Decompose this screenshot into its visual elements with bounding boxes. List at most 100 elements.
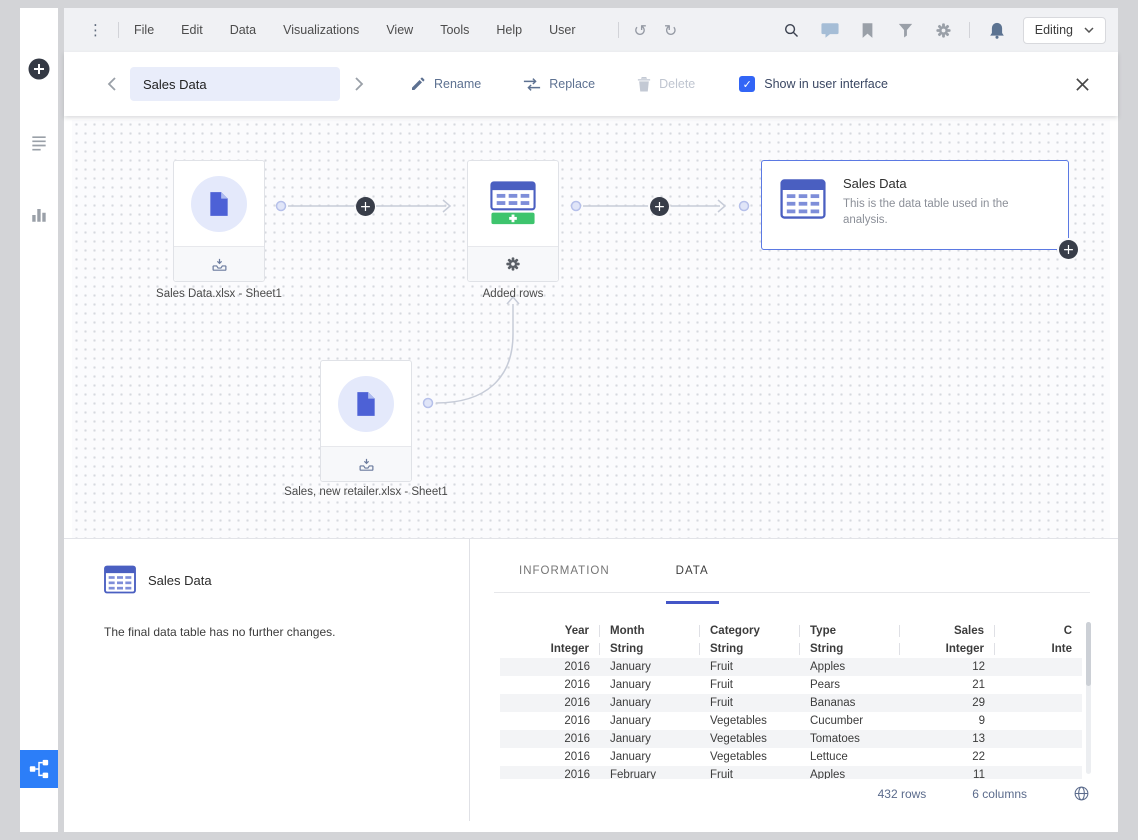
source-node-sales-data[interactable] bbox=[173, 160, 265, 282]
source-node-label: Sales, new retailer.xlsx - Sheet1 bbox=[266, 486, 466, 498]
cell: January bbox=[600, 697, 700, 709]
cell: 2016 bbox=[500, 697, 600, 709]
details-data: INFORMATION DATA Year Month Category Typ… bbox=[470, 539, 1118, 833]
details-title: Sales Data bbox=[148, 573, 212, 588]
mode-dropdown[interactable]: Editing bbox=[1023, 17, 1106, 44]
details-note: The final data table has no further chan… bbox=[104, 625, 336, 639]
column-type: String bbox=[700, 643, 800, 655]
menu-data[interactable]: Data bbox=[230, 23, 256, 37]
menu-bar: ⋮ File Edit Data Visualizations View Too… bbox=[64, 8, 1118, 52]
menu-view[interactable]: View bbox=[386, 23, 413, 37]
row-count: 432 rows bbox=[878, 787, 927, 801]
menu-edit[interactable]: Edit bbox=[181, 23, 203, 37]
bookmark-icon[interactable] bbox=[858, 20, 878, 40]
menu-user[interactable]: User bbox=[549, 23, 575, 37]
filter-icon[interactable] bbox=[896, 20, 916, 40]
table-row[interactable]: 2016JanuaryFruitPears21 bbox=[500, 676, 1082, 694]
column-header[interactable]: Type bbox=[800, 625, 900, 637]
column-header[interactable]: C bbox=[995, 625, 1082, 637]
table-row[interactable]: 2016JanuaryVegetablesTomatoes13 bbox=[500, 730, 1082, 748]
redo-icon[interactable]: ↻ bbox=[664, 21, 677, 40]
source-node-new-retailer[interactable] bbox=[320, 360, 412, 482]
data-list-icon[interactable] bbox=[26, 130, 52, 156]
source-name-input[interactable] bbox=[130, 67, 340, 101]
menu-tools[interactable]: Tools bbox=[440, 23, 469, 37]
tab-data[interactable]: DATA bbox=[676, 565, 709, 592]
data-table-icon bbox=[780, 179, 826, 219]
data-canvas[interactable]: Sales Data.xlsx - Sheet1 Added rows bbox=[72, 120, 1110, 538]
cell: Fruit bbox=[700, 679, 800, 691]
visualizations-icon[interactable] bbox=[26, 202, 52, 228]
document-circle bbox=[338, 376, 394, 432]
table-scrollbar[interactable] bbox=[1086, 622, 1091, 774]
cell: Vegetables bbox=[700, 733, 800, 745]
checkbox-checked[interactable]: ✓ bbox=[739, 76, 755, 92]
add-rows-table-icon bbox=[490, 181, 536, 227]
final-table-node[interactable]: Sales Data This is the data table used i… bbox=[761, 160, 1069, 250]
cell: 2016 bbox=[500, 769, 600, 779]
notifications-bell-icon[interactable] bbox=[987, 20, 1007, 40]
settings-gear-icon[interactable] bbox=[934, 20, 954, 40]
undo-icon[interactable]: ↺ bbox=[634, 21, 647, 40]
cell: 13 bbox=[900, 733, 995, 745]
cell: 2016 bbox=[500, 679, 600, 691]
file-icon bbox=[208, 191, 230, 217]
menu-help[interactable]: Help bbox=[496, 23, 522, 37]
separator bbox=[118, 22, 119, 38]
column-header[interactable]: Category bbox=[700, 625, 800, 637]
details-tabs: INFORMATION DATA bbox=[494, 565, 1090, 593]
column-count: 6 columns bbox=[972, 787, 1027, 801]
cell: 9 bbox=[900, 715, 995, 727]
added-rows-settings[interactable] bbox=[468, 246, 558, 281]
table-row[interactable]: 2016JanuaryFruitApples12 bbox=[500, 658, 1082, 676]
data-canvas-tile[interactable] bbox=[20, 750, 58, 788]
table-row[interactable]: 2016JanuaryVegetablesLettuce22 bbox=[500, 748, 1082, 766]
table-header-row: Year Month Category Type Sales C bbox=[500, 622, 1082, 640]
menu-visualizations[interactable]: Visualizations bbox=[283, 23, 359, 37]
add-step-after-final-button[interactable]: + bbox=[1059, 240, 1078, 259]
source-node-footer[interactable] bbox=[174, 246, 264, 281]
table-row[interactable]: 2016JanuaryVegetablesCucumber9 bbox=[500, 712, 1082, 730]
column-header[interactable]: Month bbox=[600, 625, 700, 637]
comments-icon[interactable] bbox=[820, 20, 840, 40]
file-icon bbox=[355, 391, 377, 417]
search-icon[interactable] bbox=[782, 20, 802, 40]
document-circle bbox=[191, 176, 247, 232]
cell: February bbox=[600, 769, 700, 779]
cell: 2016 bbox=[500, 661, 600, 673]
previous-source-icon[interactable] bbox=[102, 75, 120, 93]
cell: January bbox=[600, 715, 700, 727]
cell: Cucumber bbox=[800, 715, 900, 727]
final-node-text: Sales Data This is the data table used i… bbox=[843, 176, 1051, 249]
menu-file[interactable]: File bbox=[134, 23, 154, 37]
close-icon[interactable] bbox=[1072, 74, 1092, 94]
cell: Tomatoes bbox=[800, 733, 900, 745]
cell: Fruit bbox=[700, 661, 800, 673]
rename-button[interactable]: Rename bbox=[410, 76, 481, 92]
column-header[interactable]: Sales bbox=[900, 625, 995, 637]
rename-label: Rename bbox=[434, 77, 481, 91]
added-rows-node[interactable] bbox=[467, 160, 559, 282]
cell: January bbox=[600, 733, 700, 745]
kebab-menu-icon[interactable]: ⋮ bbox=[88, 21, 103, 39]
scrollbar-thumb[interactable] bbox=[1086, 622, 1091, 686]
source-node-footer[interactable] bbox=[321, 446, 411, 481]
show-in-ui-checkbox-group[interactable]: ✓ Show in user interface bbox=[739, 76, 888, 92]
table-row[interactable]: 2016FebruaryFruitApples11 bbox=[500, 766, 1082, 779]
add-step-button[interactable]: + bbox=[650, 197, 669, 216]
table-row[interactable]: 2016JanuaryFruitBananas29 bbox=[500, 694, 1082, 712]
add-visualization-icon[interactable] bbox=[26, 56, 52, 82]
add-step-button[interactable]: + bbox=[356, 197, 375, 216]
final-node-title: Sales Data bbox=[843, 176, 1051, 191]
cell: 11 bbox=[900, 769, 995, 779]
column-type: Inte bbox=[995, 643, 1082, 655]
column-header[interactable]: Year bbox=[500, 625, 600, 637]
replace-button[interactable]: Replace bbox=[523, 77, 595, 92]
tab-information[interactable]: INFORMATION bbox=[519, 565, 610, 592]
next-source-icon[interactable] bbox=[350, 75, 368, 93]
cell: Apples bbox=[800, 769, 900, 779]
cell: 12 bbox=[900, 661, 995, 673]
globe-icon[interactable] bbox=[1073, 785, 1090, 802]
source-node-body bbox=[321, 361, 411, 446]
delete-button[interactable]: Delete bbox=[637, 76, 695, 92]
